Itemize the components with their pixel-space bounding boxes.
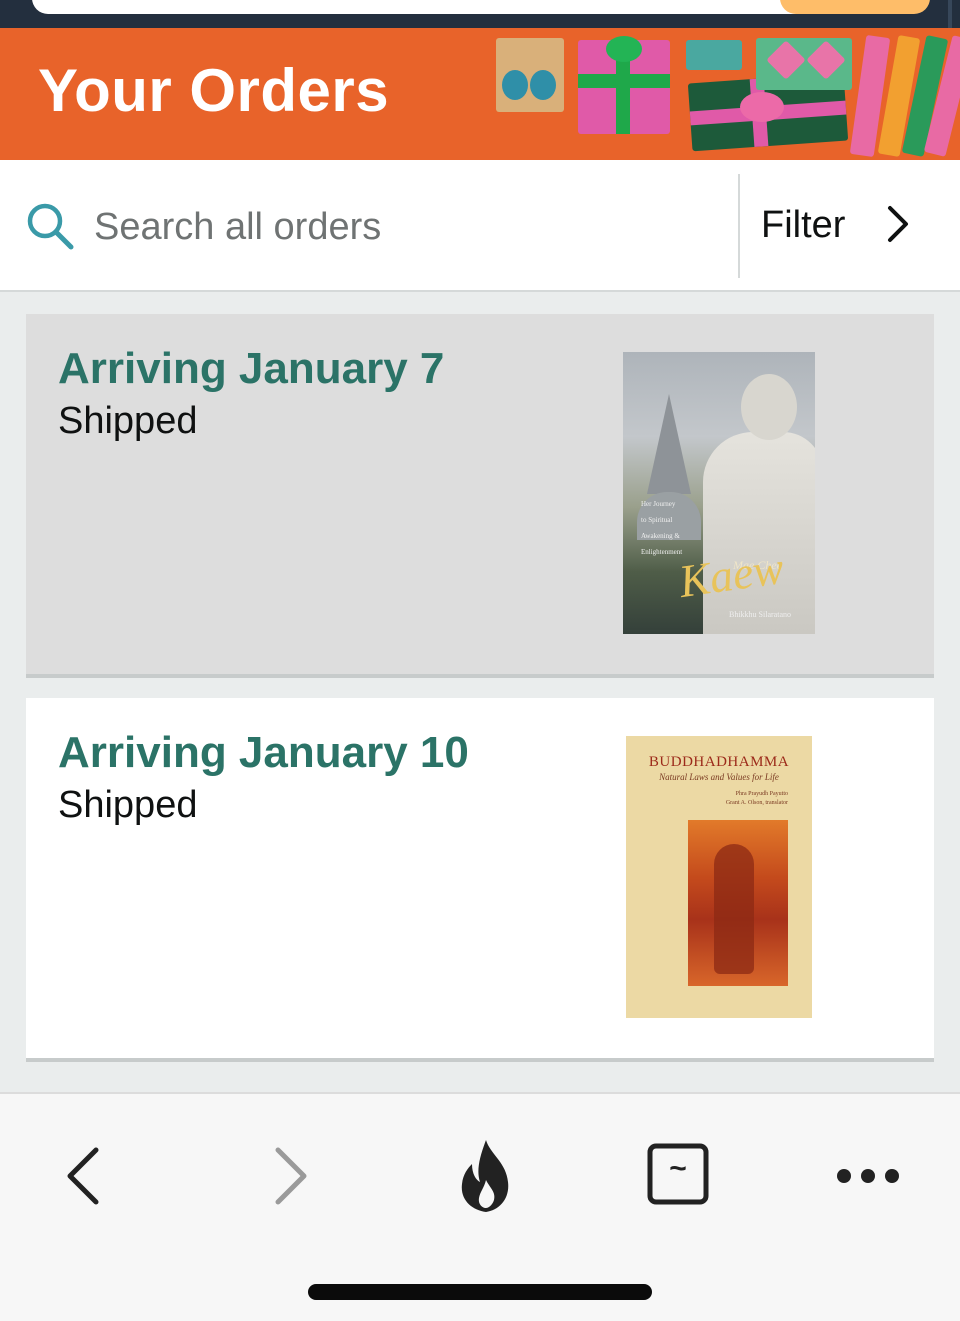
- arrival-date: Arriving January 7: [58, 344, 445, 393]
- cover-tagline: Her Journey to Spiritual Awakening & Enl…: [641, 500, 683, 556]
- more-icon: [837, 1169, 899, 1183]
- book-cover-image[interactable]: BUDDHADHAMMA Natural Laws and Values for…: [626, 736, 812, 1018]
- browser-toolbar: ~: [0, 1092, 960, 1321]
- home-indicator[interactable]: [308, 1284, 652, 1300]
- cover-authors: Phra Prayudh Payutto Grant A. Olson, tra…: [725, 791, 788, 806]
- tabs-glyph: ~: [669, 1152, 687, 1185]
- forward-button[interactable]: [250, 1136, 330, 1216]
- top-search-button[interactable]: [780, 0, 930, 14]
- cover-subtitle: Natural Laws and Values for Life: [659, 772, 779, 782]
- back-icon: [67, 1147, 99, 1205]
- stupa-illustration: [647, 394, 691, 494]
- top-nav-strip: [0, 0, 960, 40]
- search-orders-input[interactable]: [94, 202, 714, 252]
- flame-button[interactable]: [446, 1136, 526, 1216]
- page-title: Your Orders: [38, 57, 390, 124]
- order-status: Shipped: [58, 400, 198, 442]
- cover-title: BUDDHADHAMMA: [648, 754, 790, 770]
- tabs-button[interactable]: ~: [638, 1136, 718, 1216]
- order-card[interactable]: Arriving January 10 Shipped BUDDHADHAMMA…: [26, 698, 934, 1062]
- order-status: Shipped: [58, 784, 198, 826]
- book-cover-image[interactable]: Her Journey to Spiritual Awakening & Enl…: [623, 352, 815, 634]
- filter-label: Filter: [761, 204, 846, 246]
- top-search-bar[interactable]: [32, 0, 822, 14]
- filter-button[interactable]: Filter: [740, 160, 960, 292]
- more-button[interactable]: [828, 1136, 908, 1216]
- order-card[interactable]: Arriving January 7 Shipped Her Journey t…: [26, 314, 934, 678]
- search-bar-row: Filter: [0, 160, 960, 292]
- search-icon: [27, 203, 74, 250]
- arrival-date: Arriving January 10: [58, 728, 469, 777]
- back-button[interactable]: [44, 1136, 124, 1216]
- flame-icon: [461, 1140, 509, 1212]
- orders-banner: Your Orders: [0, 28, 960, 160]
- forward-icon: [275, 1147, 307, 1205]
- statue-illustration: [688, 820, 788, 986]
- cover-author: Bhikkhu Silaratano: [729, 610, 791, 619]
- chevron-right-icon: [888, 206, 908, 242]
